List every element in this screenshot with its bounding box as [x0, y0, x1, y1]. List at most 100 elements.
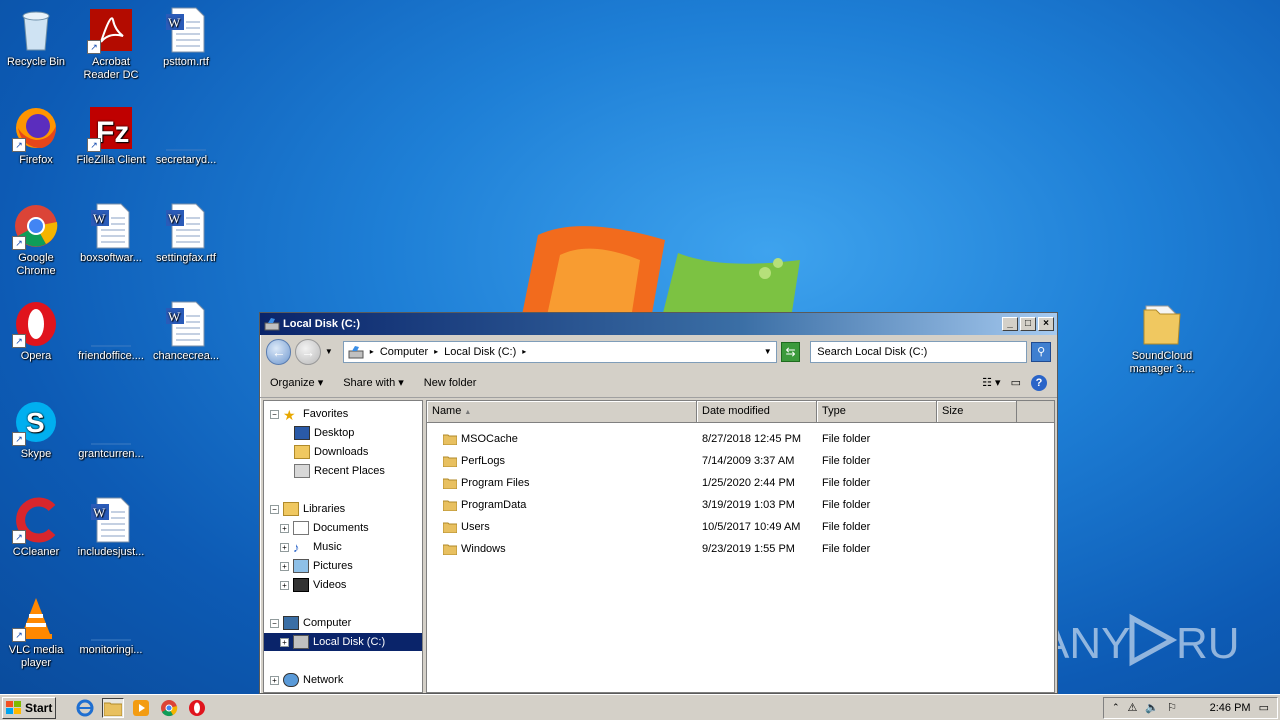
desktop-icon-firefox[interactable]: ↗ Firefox	[0, 98, 74, 167]
address-dropdown-icon[interactable]: ▼	[764, 347, 772, 356]
nav-videos[interactable]: + Videos	[280, 576, 346, 594]
column-type[interactable]: Type	[817, 401, 937, 422]
search-input[interactable]: Search Local Disk (C:)	[810, 340, 1028, 363]
desktop-icon-vlc[interactable]: ↗ VLC media player	[0, 588, 74, 670]
nav-desktop[interactable]: Desktop	[294, 424, 354, 442]
svg-text:W: W	[93, 211, 106, 226]
explorer-window[interactable]: Local Disk (C:) _ □ × ← → ▼ ▸ Computer ▸…	[259, 312, 1058, 694]
svg-text:RUN: RUN	[1176, 619, 1240, 668]
refresh-button[interactable]: ⇆	[780, 341, 801, 362]
minimize-button[interactable]: _	[1002, 317, 1018, 331]
column-name[interactable]: Name ▲	[427, 401, 697, 422]
blank-doc-icon	[91, 639, 131, 641]
shortcut-arrow-icon: ↗	[12, 530, 26, 544]
shortcut-arrow-icon: ↗	[12, 628, 26, 642]
documents-icon	[293, 521, 309, 535]
taskbar: Start ⌃ ⚠ 🔈 ⚐ 2:46 PM ▭	[0, 694, 1280, 720]
new-folder-button[interactable]: New folder	[424, 377, 477, 389]
desktop-icon-includesjust[interactable]: W includesjust...	[73, 490, 149, 559]
desktop-icon-opera[interactable]: ↗ Opera	[0, 294, 74, 363]
search-button[interactable]: ⚲	[1031, 341, 1051, 362]
word-doc-icon: W	[166, 203, 205, 249]
volume-icon[interactable]: 🔈	[1145, 701, 1159, 714]
taskbar-media-player-icon[interactable]	[130, 698, 152, 718]
nav-pictures[interactable]: + Pictures	[280, 557, 353, 575]
svg-text:S: S	[26, 407, 45, 438]
windows-flag-icon	[6, 700, 21, 714]
history-dropdown-icon[interactable]: ▼	[325, 347, 333, 356]
maximize-button[interactable]: □	[1020, 317, 1036, 331]
address-bar[interactable]: ▸ Computer ▸ Local Disk (C:) ▸ ▼	[342, 340, 777, 363]
svg-text:W: W	[168, 309, 181, 324]
desktop-icon-acrobat[interactable]: ↗ Acrobat Reader DC	[73, 0, 149, 82]
column-size[interactable]: Size	[937, 401, 1017, 422]
start-button[interactable]: Start	[2, 696, 56, 719]
clock[interactable]: 2:46 PM	[1210, 702, 1251, 714]
desktop-icon-ccleaner[interactable]: ↗ CCleaner	[0, 490, 74, 559]
share-with-menu[interactable]: Share with ▾	[343, 376, 404, 389]
blank-doc-icon	[91, 443, 131, 445]
taskbar-opera-icon[interactable]	[186, 698, 208, 718]
help-icon[interactable]: ?	[1031, 374, 1047, 391]
desktop-icon-friendoffice[interactable]: friendoffice....	[73, 294, 149, 363]
nav-libraries[interactable]: − Libraries	[270, 500, 345, 518]
file-row[interactable]: Windows 9/23/2019 1:55 PM File folder	[427, 538, 1054, 560]
desktop-icon-soundcloud[interactable]: SoundCloud manager 3....	[1124, 294, 1200, 376]
expand-icon: +	[270, 675, 279, 685]
svg-text:W: W	[93, 505, 106, 520]
shortcut-arrow-icon: ↗	[87, 40, 101, 54]
taskbar-chrome-icon[interactable]	[158, 698, 180, 718]
file-row[interactable]: PerfLogs 7/14/2009 3:37 AM File folder	[427, 450, 1054, 472]
taskbar-ie-icon[interactable]	[74, 698, 96, 718]
refresh-icon: ⇆	[785, 344, 796, 359]
svg-text:W: W	[168, 211, 181, 226]
breadcrumb-computer[interactable]: Computer	[380, 346, 428, 358]
nav-computer[interactable]: − Computer	[270, 614, 351, 632]
desktop-icon-chancecrea[interactable]: W chancecrea...	[148, 294, 224, 363]
nav-downloads[interactable]: Downloads	[294, 443, 368, 461]
file-row[interactable]: MSOCache 8/27/2018 12:45 PM File folder	[427, 428, 1054, 450]
flag-icon[interactable]: ⚐	[1167, 701, 1177, 714]
file-list[interactable]: Name ▲ Date modified Type Size MSOCache …	[426, 400, 1055, 693]
file-row[interactable]: Program Files 1/25/2020 2:44 PM File fol…	[427, 472, 1054, 494]
desktop-icon-skype[interactable]: S ↗ Skype	[0, 392, 74, 461]
blank-doc-icon	[91, 345, 131, 347]
taskbar-explorer-icon[interactable]	[102, 697, 124, 718]
close-button[interactable]: ×	[1038, 317, 1054, 331]
preview-pane-icon[interactable]: ▭	[1011, 376, 1021, 389]
nav-documents[interactable]: + Documents	[280, 519, 369, 537]
desktop-icon-recycle-bin[interactable]: Recycle Bin	[0, 0, 74, 69]
desktop-icon-psttom[interactable]: W psttom.rtf	[148, 0, 224, 69]
forward-button[interactable]: →	[295, 338, 321, 365]
nav-music[interactable]: + ♪ Music	[280, 538, 342, 556]
desktop-icon-boxsoftwar[interactable]: W boxsoftwar...	[73, 196, 149, 265]
nav-local-disk[interactable]: + Local Disk (C:)	[264, 633, 422, 651]
column-date-modified[interactable]: Date modified	[697, 401, 817, 422]
collapse-icon: −	[270, 618, 279, 628]
back-button[interactable]: ←	[266, 338, 292, 365]
desktop-icon-monitoringi[interactable]: monitoringi...	[73, 588, 149, 657]
desktop-icon-chrome[interactable]: ↗ Google Chrome	[0, 196, 74, 278]
tray-expand-icon[interactable]: ⌃	[1112, 702, 1120, 713]
navigation-pane[interactable]: − ★ Favorites Desktop Downloads Recent Pla…	[263, 400, 423, 693]
action-center-icon[interactable]: ⚠	[1128, 701, 1138, 714]
recycle-bin-icon	[22, 11, 50, 51]
nav-network[interactable]: + Network	[270, 671, 343, 689]
nav-favorites[interactable]: − ★ Favorites	[270, 405, 348, 423]
desktop-icon-filezilla[interactable]: Fz ↗ FileZilla Client	[73, 98, 149, 167]
nav-recent-places[interactable]: Recent Places	[294, 462, 385, 480]
shortcut-arrow-icon: ↗	[12, 138, 26, 152]
window-titlebar[interactable]: Local Disk (C:) _ □ ×	[260, 313, 1057, 335]
desktop-icon-settingfax[interactable]: W settingfax.rtf	[148, 196, 224, 265]
folder-icon	[443, 478, 457, 490]
sort-ascending-icon: ▲	[464, 409, 472, 416]
crumb-separator-icon: ▸	[369, 347, 374, 356]
file-row[interactable]: Users 10/5/2017 10:49 AM File folder	[427, 516, 1054, 538]
organize-menu[interactable]: Organize ▾	[270, 376, 323, 389]
desktop-icon-grantcurren[interactable]: grantcurren...	[73, 392, 149, 461]
view-options-icon[interactable]: ☷ ▾	[982, 376, 1000, 389]
breadcrumb-local-disk[interactable]: Local Disk (C:)	[444, 346, 516, 358]
desktop-icon-secretaryd[interactable]: secretaryd...	[148, 98, 224, 167]
show-desktop-icon[interactable]: ▭	[1259, 701, 1269, 714]
file-row[interactable]: ProgramData 3/19/2019 1:03 PM File folde…	[427, 494, 1054, 516]
